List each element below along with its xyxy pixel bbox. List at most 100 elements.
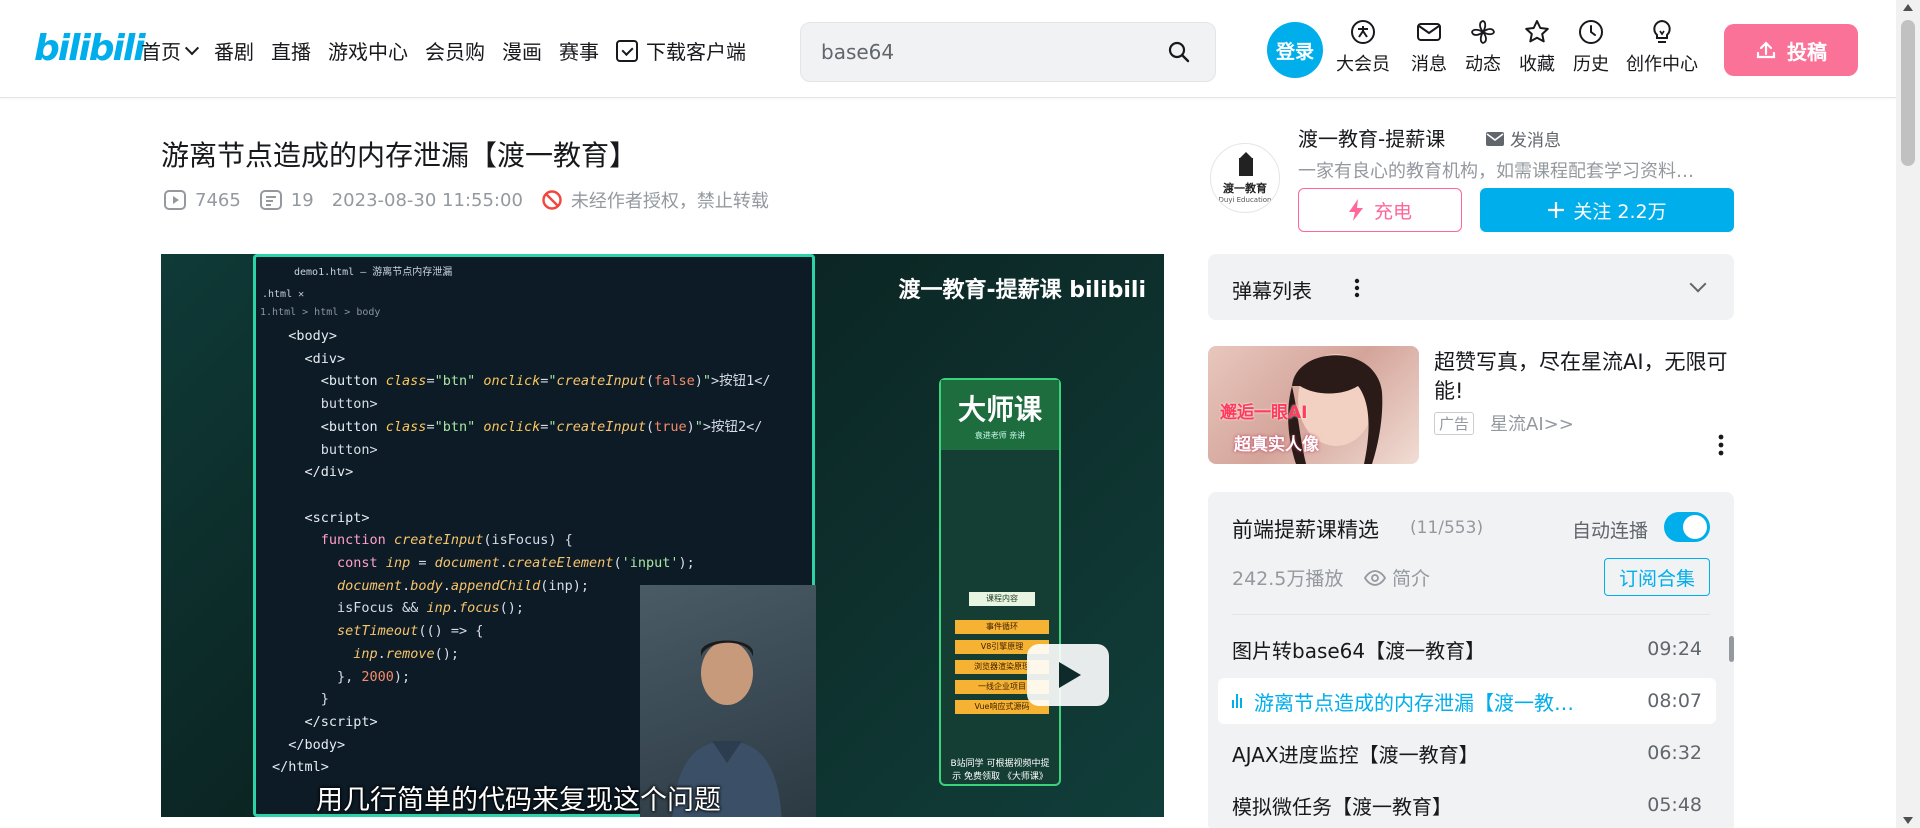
vip-icon	[1351, 20, 1375, 44]
envelope-icon	[1486, 131, 1504, 146]
scroll-down-arrow-icon[interactable]	[1903, 817, 1913, 824]
nav-member-shop-label: 会员购	[425, 40, 485, 64]
bulb-icon	[1653, 19, 1671, 43]
chevron-down-icon	[184, 40, 200, 55]
plus-icon	[1548, 202, 1565, 218]
playlist-item-active[interactable]: 游离节点造成的内存泄漏【渡一教… 08:07	[1218, 678, 1716, 724]
scrollbar-thumb[interactable]	[1901, 20, 1915, 166]
avatar-subtext: Duyi Education	[1218, 196, 1272, 204]
charge-button[interactable]: 充电	[1298, 188, 1462, 232]
search-icon[interactable]	[1167, 40, 1191, 64]
eye-icon	[1364, 569, 1386, 586]
page-scrollbar[interactable]	[1896, 0, 1920, 828]
playlist-item-title: 图片转base64【渡一教育】	[1232, 638, 1486, 663]
upload-button[interactable]: 投稿	[1724, 24, 1858, 76]
playlist-item-duration: 08:07	[1647, 690, 1702, 712]
danmaku-list-panel[interactable]: 弹幕列表	[1208, 254, 1734, 320]
ad-source-link[interactable]: 星流AI>>	[1490, 410, 1574, 436]
danmaku-icon	[259, 190, 282, 210]
more-vertical-icon[interactable]	[1718, 434, 1724, 456]
playlist-panel: 前端提薪课精选 (11/553) 自动连播 242.5万播放 简介 订阅合集 图…	[1208, 492, 1734, 828]
subscribe-collection-button[interactable]: 订阅合集	[1604, 558, 1710, 596]
header-creator-center[interactable]: 创作中心	[1626, 18, 1698, 76]
view-count-value: 7465	[195, 189, 241, 211]
playlist-item[interactable]: 图片转base64【渡一教育】 09:24	[1218, 626, 1716, 672]
uploader-description: 一家有良心的教育机构，如需课程配套学习资料…	[1298, 161, 1694, 182]
nav-member-shop[interactable]: 会员购	[425, 36, 485, 65]
editor-tab-label: .html	[262, 289, 293, 300]
dynamics-label: 动态	[1465, 54, 1501, 75]
forbidden-icon	[542, 190, 562, 210]
nav-esports-label: 赛事	[559, 40, 599, 64]
chevron-down-icon[interactable]	[1689, 275, 1707, 293]
messages-label: 消息	[1411, 54, 1447, 75]
star-icon	[1525, 20, 1549, 43]
nav-live[interactable]: 直播	[271, 36, 311, 65]
playlist-item[interactable]: 模拟微任务【渡一教育】 05:48	[1218, 782, 1716, 828]
promo-item: 事件循环	[955, 620, 1049, 634]
video-title: 游离节点造成的内存泄漏【渡一教育】	[161, 139, 638, 172]
login-button[interactable]: 登录	[1267, 22, 1323, 78]
nav-game-center[interactable]: 游戏中心	[328, 36, 408, 65]
playlist-item-duration: 06:32	[1647, 742, 1702, 764]
playlist-intro-link[interactable]: 简介	[1364, 564, 1430, 591]
divider	[1232, 614, 1710, 615]
follow-button[interactable]: 关注 2.2万	[1480, 188, 1734, 232]
playlist-item[interactable]: AJAX进度监控【渡一教育】 06:32	[1218, 730, 1716, 776]
send-message-link[interactable]: 发消息	[1486, 126, 1561, 151]
editor-window-title: demo1.html — 游离节点内存泄漏	[294, 267, 453, 278]
search-input[interactable]	[821, 37, 1141, 67]
video-subtitle: 用几行简单的代码来复现这个问题	[316, 785, 721, 816]
header-favorites[interactable]: 收藏	[1519, 18, 1555, 76]
playlist-scrollbar[interactable]	[1729, 636, 1734, 662]
ad-image-text: 邂逅一眼AI	[1220, 403, 1308, 423]
favorites-label: 收藏	[1519, 54, 1555, 75]
editor-tab: .html ✕	[262, 289, 305, 300]
ad-tag: 广告	[1434, 412, 1475, 435]
autoplay-label: 自动连播	[1571, 520, 1648, 542]
scroll-up-arrow-icon[interactable]	[1903, 4, 1913, 11]
ad-card[interactable]: 邂逅一眼AI 超真实人像 超赞写真，尽在星流AI，无限可能! 广告 星流AI>>	[1208, 346, 1734, 466]
uploader-name[interactable]: 渡一教育-提薪课	[1298, 123, 1445, 152]
nav-download-label: 下载客户端	[646, 40, 746, 64]
mail-icon	[1417, 23, 1441, 41]
playlist-title[interactable]: 前端提薪课精选	[1232, 514, 1379, 544]
playlist-count: (11/553)	[1410, 518, 1484, 538]
view-count: 7465	[163, 189, 241, 211]
playlist-item-title: AJAX进度监控【渡一教育】	[1232, 742, 1479, 767]
uploader-avatar[interactable]: 渡一教育 Duyi Education	[1210, 143, 1280, 213]
video-meta: 7465 19 2023-08-30 11:55:00 未经作者授权，禁止转载	[163, 187, 787, 213]
nav-manga[interactable]: 漫画	[502, 36, 542, 65]
play-button[interactable]	[1027, 644, 1109, 706]
header-dynamics[interactable]: 动态	[1465, 18, 1501, 76]
ad-title[interactable]: 超赞写真，尽在星流AI，无限可能!	[1434, 348, 1734, 406]
header-history[interactable]: 历史	[1573, 18, 1609, 76]
bilibili-logo[interactable]: bilibili	[34, 26, 146, 72]
charge-label: 充电	[1373, 200, 1412, 223]
top-header: bilibili 首页 番剧 直播 游戏中心 会员购 漫画 赛事 下载客户端 b…	[0, 0, 1896, 98]
ad-image[interactable]: 邂逅一眼AI 超真实人像	[1208, 346, 1419, 464]
publish-date-value: 2023-08-30 11:55:00	[331, 189, 523, 211]
nav-home[interactable]: 首页	[141, 36, 200, 65]
danmaku-count-value: 19	[290, 189, 314, 211]
lightning-icon	[1348, 199, 1363, 221]
playlist-plays: 242.5万播放	[1232, 568, 1344, 590]
autoplay-toggle[interactable]	[1664, 512, 1710, 542]
code-editor-frame: demo1.html — 游离节点内存泄漏 .html ✕ 1.html > h…	[253, 254, 816, 817]
publish-date: 2023-08-30 11:55:00	[332, 190, 523, 211]
more-vertical-icon[interactable]	[1354, 278, 1360, 298]
nav-anime[interactable]: 番剧	[214, 36, 254, 65]
pinwheel-icon	[1471, 20, 1495, 44]
header-messages[interactable]: 消息	[1411, 18, 1447, 76]
nav-download-client[interactable]: 下载客户端	[616, 36, 746, 65]
video-player[interactable]: demo1.html — 游离节点内存泄漏 .html ✕ 1.html > h…	[161, 254, 1164, 817]
playlist-intro-label: 简介	[1392, 568, 1431, 590]
nav-esports[interactable]: 赛事	[559, 36, 599, 65]
creator-center-label: 创作中心	[1626, 54, 1698, 75]
header-vip[interactable]: 大会员	[1336, 18, 1390, 76]
now-playing-icon	[1232, 694, 1246, 708]
editor-breadcrumb: 1.html > html > body	[260, 307, 381, 318]
playlist-item-title: 游离节点造成的内存泄漏【渡一教…	[1254, 690, 1574, 715]
search-box	[800, 22, 1216, 82]
upload-icon	[1756, 41, 1776, 59]
